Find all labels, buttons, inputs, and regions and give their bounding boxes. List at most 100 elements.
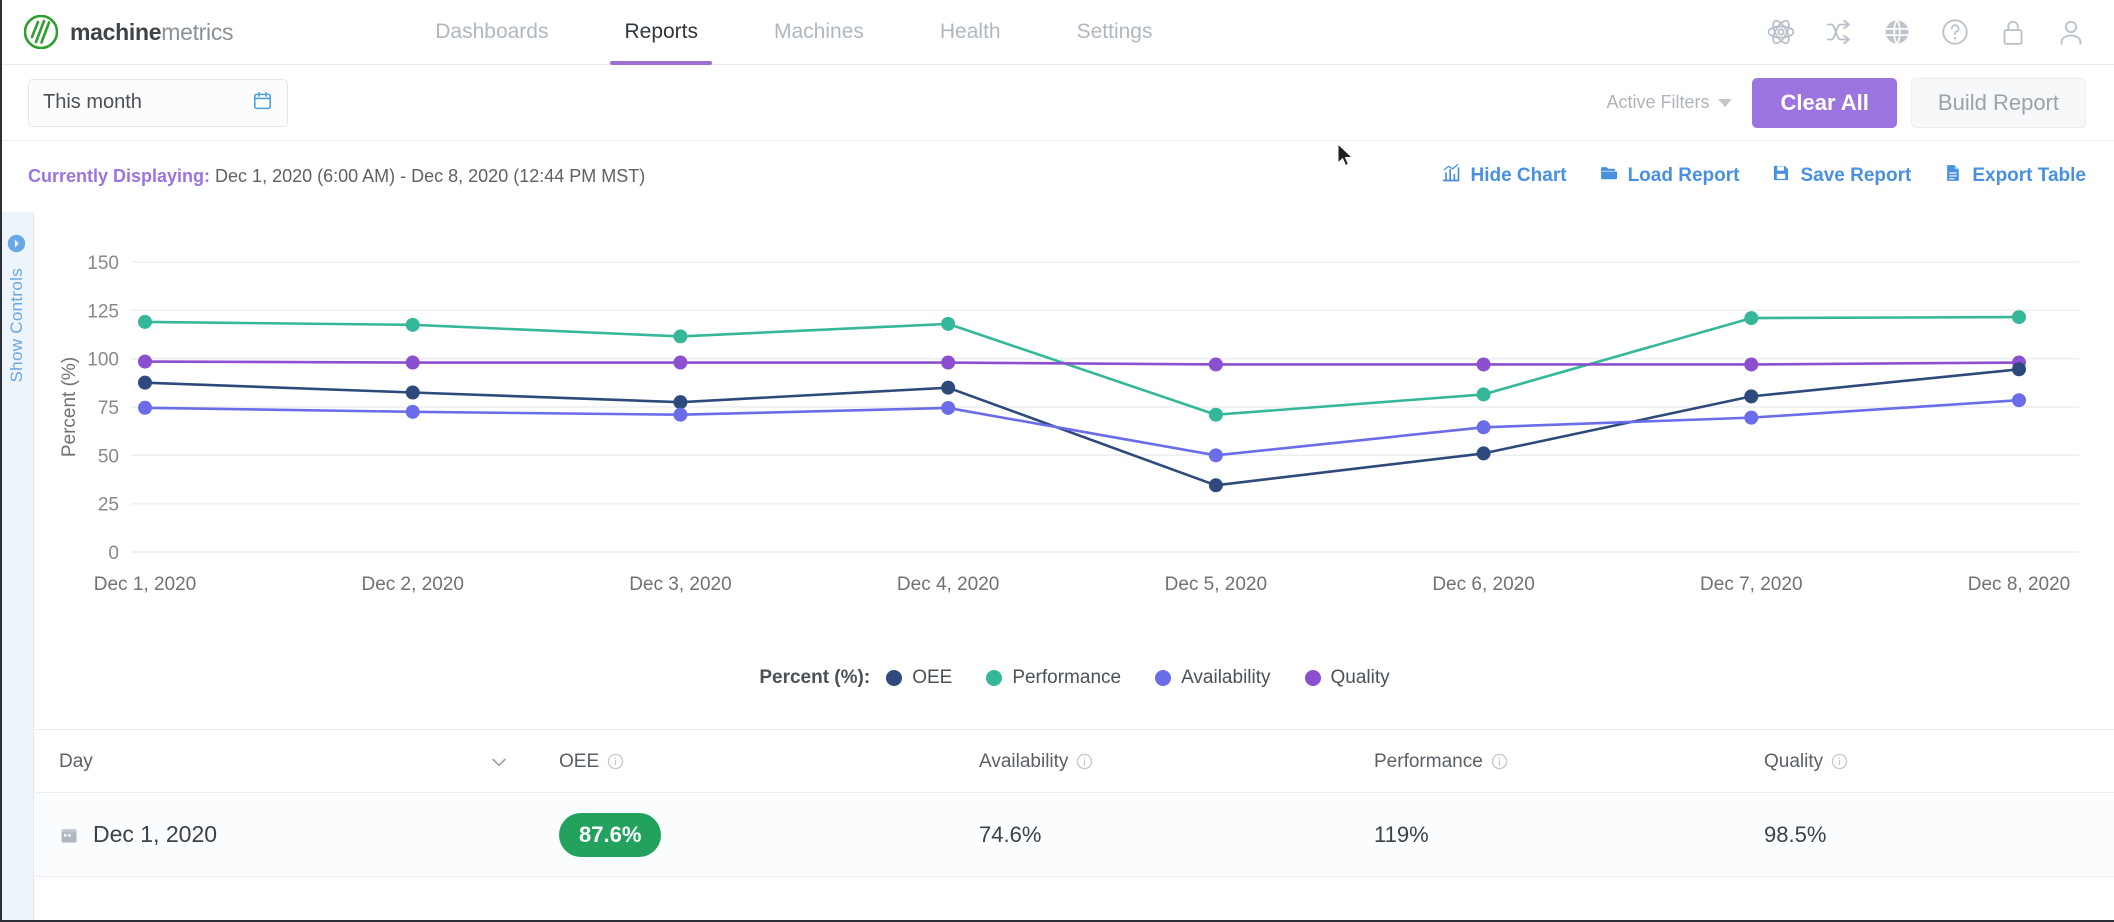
oee-trend-line-chart: 0 25 50 75 100 125 150 Percent (%) Dec 1, 2020 De… xyxy=(59,253,2079,595)
chart-point[interactable] xyxy=(1208,407,1223,422)
action-label: Export Table xyxy=(1972,165,2086,186)
y-axis-tick-label: 125 xyxy=(87,301,119,322)
table-row[interactable] xyxy=(35,877,2114,922)
atom-icon[interactable] xyxy=(1766,17,1796,47)
chart-point[interactable] xyxy=(941,400,956,415)
globe-icon[interactable] xyxy=(1882,17,1912,47)
y-axis-tick-label: 25 xyxy=(98,495,119,516)
chart-point[interactable] xyxy=(1208,448,1223,463)
lock-icon[interactable] xyxy=(1998,17,2028,47)
chart-series-oee xyxy=(138,362,2026,493)
show-controls-rail[interactable]: Show Controls xyxy=(0,212,34,922)
chart-line xyxy=(144,360,2020,366)
legend-entry-availability[interactable]: Availability xyxy=(1155,667,1271,689)
nav-label: Health xyxy=(939,20,1001,43)
chart-point[interactable] xyxy=(138,375,152,390)
chart-line xyxy=(144,368,2020,487)
table-header-oee[interactable]: OEE xyxy=(535,731,955,792)
top-navigation-bar: machinemetrics Dashboards Reports Machin… xyxy=(0,0,2114,65)
chart-point[interactable] xyxy=(1476,357,1491,372)
user-icon[interactable] xyxy=(2056,17,2086,47)
help-circle-icon[interactable] xyxy=(1940,17,1970,47)
chart-point[interactable] xyxy=(405,404,420,419)
build-report-button[interactable]: Build Report xyxy=(1910,77,2086,128)
chart-point[interactable] xyxy=(1744,389,1759,404)
x-axis-tick-label: Dec 5, 2020 xyxy=(1165,574,1267,595)
nav-item-health[interactable]: Health xyxy=(902,0,1039,65)
x-axis-tick-label: Dec 4, 2020 xyxy=(897,574,999,595)
chart-point[interactable] xyxy=(405,317,420,332)
nav-item-machines[interactable]: Machines xyxy=(736,0,902,65)
nav-item-reports[interactable]: Reports xyxy=(586,0,736,65)
table-header-quality[interactable]: Quality xyxy=(1740,731,2114,792)
chart-line xyxy=(144,398,2020,457)
legend-entry-oee[interactable]: OEE xyxy=(886,667,952,689)
table-row[interactable]: Dec 1, 2020 87.6% 74.6% 119% 98.5% xyxy=(35,793,2114,877)
chart-point[interactable] xyxy=(1476,446,1491,461)
table-cell-quality: 98.5% xyxy=(1740,793,2114,876)
active-filters-label: Active Filters xyxy=(1606,92,1710,112)
chart-point[interactable] xyxy=(2012,362,2026,377)
y-axis-tick-label: 50 xyxy=(98,446,119,467)
save-report-button[interactable]: Save Report xyxy=(1771,163,1911,189)
clear-all-button[interactable]: Clear All xyxy=(1752,77,1897,128)
table-cell-oee: 87.6% xyxy=(535,793,955,876)
nav-item-settings[interactable]: Settings xyxy=(1039,0,1191,65)
currently-displaying-text: Currently Displaying: Dec 1, 2020 (6:00 … xyxy=(28,166,645,187)
legend-color-swatch xyxy=(1304,670,1321,686)
chart-point[interactable] xyxy=(1476,387,1491,402)
chart-point[interactable] xyxy=(138,400,152,415)
load-report-button[interactable]: Load Report xyxy=(1599,163,1739,189)
document-icon xyxy=(1943,163,1963,189)
chart-series-performance xyxy=(138,310,2026,422)
y-axis-tick-label: 150 xyxy=(87,253,119,274)
filter-bar-actions: Active Filters Clear All Build Report xyxy=(1606,77,2086,128)
chart-point[interactable] xyxy=(941,380,956,395)
table-header-availability[interactable]: Availability xyxy=(955,731,1350,792)
info-icon[interactable] xyxy=(1491,753,1508,770)
info-icon[interactable] xyxy=(607,753,624,770)
chart-point[interactable] xyxy=(1208,478,1223,493)
table-cell-oee xyxy=(535,877,955,922)
column-label: Day xyxy=(59,750,93,772)
chart-point[interactable] xyxy=(405,355,420,370)
chart-point[interactable] xyxy=(1744,410,1759,425)
legend-entry-quality[interactable]: Quality xyxy=(1304,667,1390,689)
nav-label: Machines xyxy=(774,20,864,43)
export-table-button[interactable]: Export Table xyxy=(1943,163,2086,189)
chart-point[interactable] xyxy=(1476,420,1491,435)
chart-point[interactable] xyxy=(138,354,152,369)
chart-point[interactable] xyxy=(2012,310,2026,325)
info-icon[interactable] xyxy=(1831,753,1848,770)
hide-chart-button[interactable]: Hide Chart xyxy=(1441,163,1567,189)
info-icon[interactable] xyxy=(1076,753,1093,770)
date-range-selector[interactable]: This month xyxy=(28,78,288,127)
shuffle-icon[interactable] xyxy=(1824,17,1854,47)
legend-label: Performance xyxy=(1012,667,1122,688)
chart-point[interactable] xyxy=(941,355,956,370)
chart-point[interactable] xyxy=(2012,393,2026,408)
brand-name-bold: machine xyxy=(70,18,162,45)
brand-logo-link[interactable]: machinemetrics xyxy=(23,14,234,50)
chart-point[interactable] xyxy=(673,407,688,422)
action-label: Hide Chart xyxy=(1470,165,1567,186)
chart-point[interactable] xyxy=(1744,357,1759,372)
chart-point[interactable] xyxy=(673,395,688,410)
legend-entry-performance[interactable]: Performance xyxy=(986,667,1121,689)
chart-point[interactable] xyxy=(1744,311,1759,326)
legend-label: Quality xyxy=(1330,667,1390,688)
table-header-day[interactable]: Day xyxy=(35,731,535,792)
table-header-performance[interactable]: Performance xyxy=(1350,731,1740,792)
chevron-down-icon[interactable] xyxy=(489,752,509,772)
nav-item-dashboards[interactable]: Dashboards xyxy=(397,0,586,65)
chart-point[interactable] xyxy=(941,316,956,331)
chart-point[interactable] xyxy=(673,329,688,344)
chart-point[interactable] xyxy=(405,385,420,400)
chart-point[interactable] xyxy=(1208,357,1223,372)
chart-panel: 0 25 50 75 100 125 150 Percent (%) Dec 1, 2020 De… xyxy=(35,212,2114,730)
x-axis-tick-label: Dec 3, 2020 xyxy=(629,574,731,595)
brand-name-light: metrics xyxy=(161,18,234,45)
chart-point[interactable] xyxy=(138,314,152,329)
chart-point[interactable] xyxy=(673,355,688,370)
active-filters-dropdown[interactable]: Active Filters xyxy=(1606,92,1733,113)
